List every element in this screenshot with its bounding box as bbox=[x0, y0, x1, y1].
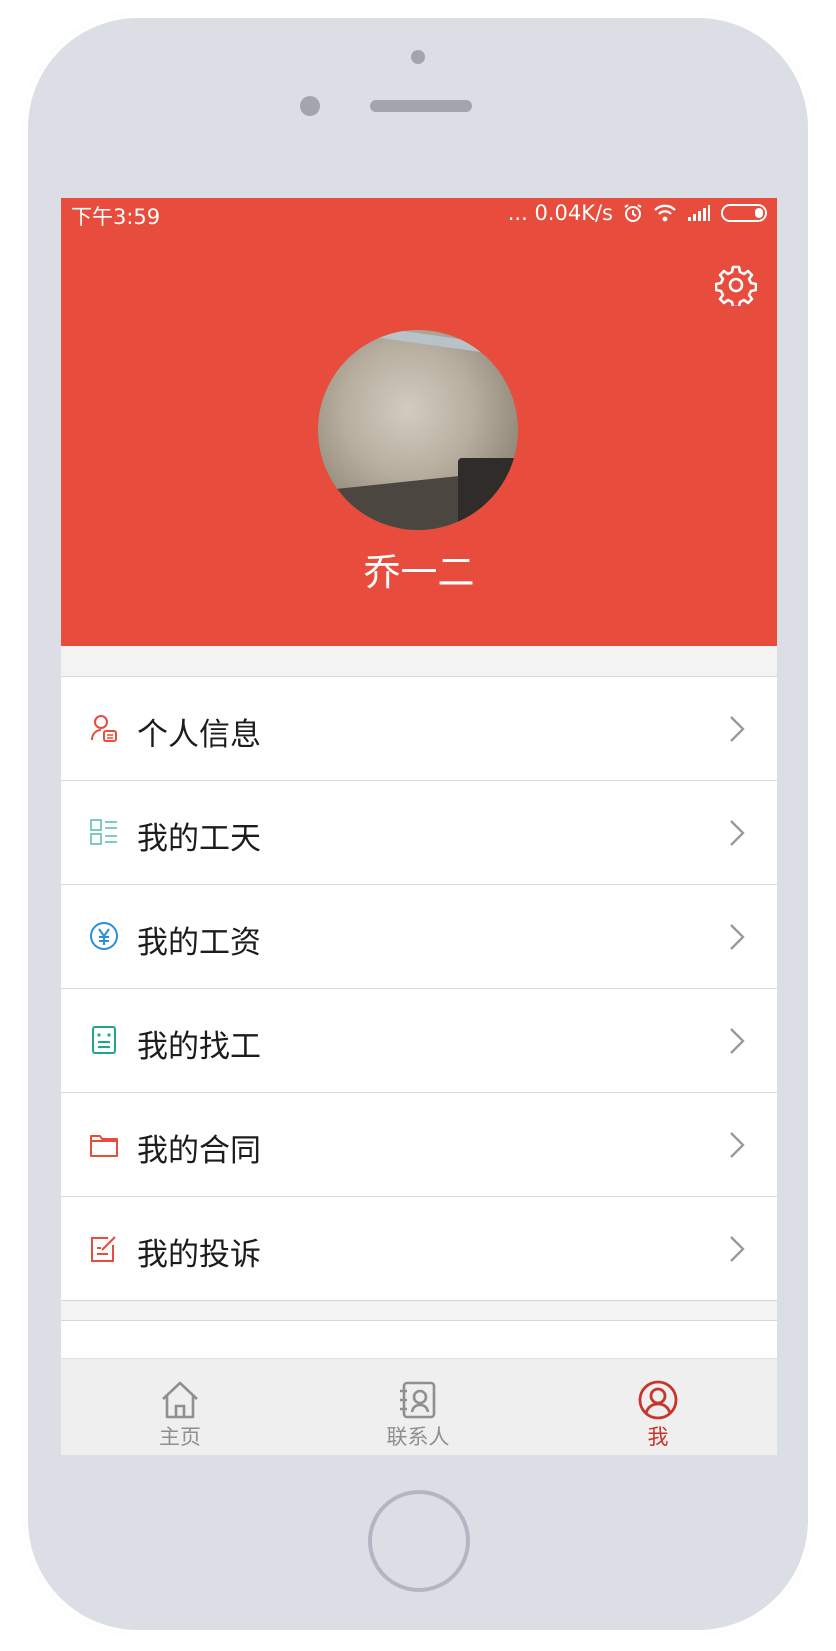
wifi-icon bbox=[654, 204, 676, 222]
status-bar: 下午3:59 ... 0.04K/s bbox=[61, 198, 777, 230]
contacts-icon bbox=[400, 1381, 436, 1419]
chevron-right-icon bbox=[730, 1132, 745, 1158]
salary-icon bbox=[90, 922, 118, 950]
proximity-sensor bbox=[411, 50, 425, 64]
contract-icon bbox=[90, 1135, 118, 1157]
network-speed: ... 0.04K/s bbox=[507, 201, 613, 225]
menu-item-personal-info[interactable]: 个人信息 bbox=[61, 677, 777, 781]
menu-label: 我的工资 bbox=[137, 925, 261, 961]
menu-item-work-days[interactable]: 我的工天 bbox=[61, 781, 777, 885]
tab-label: 主页 bbox=[159, 1425, 201, 1449]
battery-icon bbox=[721, 204, 767, 222]
chevron-right-icon bbox=[730, 924, 745, 950]
menu-label: 我的工天 bbox=[137, 821, 261, 857]
earpiece-speaker bbox=[370, 100, 472, 112]
personal-info-icon bbox=[91, 715, 117, 742]
work-days-icon bbox=[90, 819, 117, 845]
home-button[interactable] bbox=[368, 1490, 470, 1592]
chevron-right-icon bbox=[730, 1236, 745, 1262]
menu-item-salary[interactable]: 我的工资 bbox=[61, 885, 777, 989]
menu-item-find-work[interactable]: 我的找工 bbox=[61, 989, 777, 1093]
menu-label: 个人信息 bbox=[137, 717, 261, 753]
find-work-icon bbox=[92, 1026, 116, 1054]
menu-item-contract[interactable]: 我的合同 bbox=[61, 1093, 777, 1197]
chevron-right-icon bbox=[730, 716, 745, 742]
tab-home[interactable]: 主页 bbox=[61, 1359, 299, 1455]
menu-label: 我的投诉 bbox=[137, 1237, 261, 1273]
username: 乔一二 bbox=[363, 551, 475, 594]
menu-section-2 bbox=[61, 1320, 777, 1360]
tab-bar: 主页 联系人 我 bbox=[61, 1358, 777, 1455]
status-right: ... 0.04K/s bbox=[508, 201, 767, 225]
app-screen: 下午3:59 ... 0.04K/s 乔一二 个人信息 我的工天 我的工资 我的… bbox=[61, 198, 777, 1455]
complaint-icon bbox=[91, 1236, 116, 1262]
front-camera bbox=[300, 96, 320, 116]
signal-icon bbox=[688, 205, 710, 221]
profile-menu: 个人信息 我的工天 我的工资 我的找工 我的合同 我的投诉 bbox=[61, 676, 777, 1301]
user-icon bbox=[638, 1380, 678, 1420]
profile-header: 下午3:59 ... 0.04K/s 乔一二 bbox=[61, 198, 777, 646]
alarm-icon bbox=[624, 204, 642, 222]
tab-contacts[interactable]: 联系人 bbox=[299, 1359, 537, 1455]
menu-item-complaint[interactable]: 我的投诉 bbox=[61, 1197, 777, 1301]
menu-label: 我的合同 bbox=[137, 1133, 261, 1169]
chevron-right-icon bbox=[730, 1028, 745, 1054]
tab-label: 联系人 bbox=[386, 1425, 450, 1449]
avatar[interactable] bbox=[318, 330, 518, 530]
menu-label: 我的找工 bbox=[137, 1029, 261, 1065]
settings-gear-icon[interactable] bbox=[715, 264, 757, 306]
chevron-right-icon bbox=[730, 820, 745, 846]
home-icon bbox=[162, 1381, 198, 1419]
status-time: 下午3:59 bbox=[71, 205, 161, 229]
tab-me[interactable]: 我 bbox=[539, 1359, 777, 1455]
tab-label: 我 bbox=[647, 1425, 669, 1449]
